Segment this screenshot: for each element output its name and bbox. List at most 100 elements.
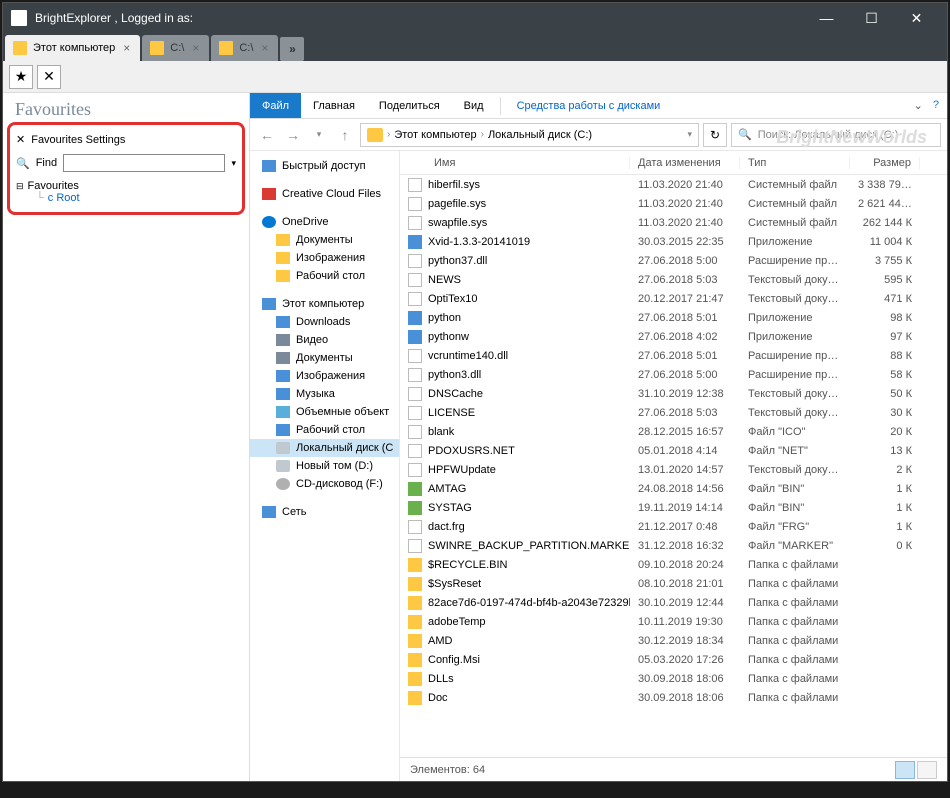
file-row[interactable]: vcruntime140.dll27.06.2018 5:01Расширени…: [400, 346, 947, 365]
ribbon-tools[interactable]: Средства работы с дисками: [505, 93, 673, 118]
column-type[interactable]: Тип: [740, 157, 850, 169]
close-icon[interactable]: ×: [190, 41, 201, 55]
file-row[interactable]: hiberfil.sys11.03.2020 21:40Системный фа…: [400, 175, 947, 194]
nav-volumes[interactable]: Объемные объект: [250, 403, 399, 421]
file-row[interactable]: 82ace7d6-0197-474d-bf4b-a2043e72329b30.1…: [400, 593, 947, 612]
tab-thispc[interactable]: Этот компьютер ×: [5, 35, 140, 61]
ribbon-view[interactable]: Вид: [452, 93, 496, 118]
up-button[interactable]: ↑: [334, 124, 356, 146]
file-row[interactable]: AMTAG24.08.2018 14:56Файл "BIN"1 К: [400, 479, 947, 498]
file-row[interactable]: dact.frg21.12.2017 0:48Файл "FRG"1 К: [400, 517, 947, 536]
nav-documents2[interactable]: Документы: [250, 349, 399, 367]
find-input[interactable]: [63, 154, 225, 172]
file-row[interactable]: $RECYCLE.BIN09.10.2018 20:24Папка с файл…: [400, 555, 947, 574]
file-row[interactable]: NEWS27.06.2018 5:03Текстовый докум...595…: [400, 270, 947, 289]
file-icon: [408, 197, 422, 211]
breadcrumb[interactable]: › Этот компьютер › Локальный диск (C:) ▾: [360, 123, 699, 147]
nav-music[interactable]: Музыка: [250, 385, 399, 403]
view-icons-button[interactable]: [917, 761, 937, 779]
file-row[interactable]: DLLs30.09.2018 18:06Папка с файлами: [400, 669, 947, 688]
column-date[interactable]: Дата изменения: [630, 157, 740, 169]
file-name: OptiTex10: [428, 293, 478, 305]
collapse-icon[interactable]: ⊟: [16, 181, 24, 192]
nav-local-disk[interactable]: Локальный диск (C: [250, 439, 399, 457]
desktop-icon: [276, 424, 290, 436]
column-name[interactable]: Имя: [400, 157, 630, 169]
tab-c2[interactable]: C:\ ×: [211, 35, 278, 61]
file-row[interactable]: Config.Msi05.03.2020 17:26Папка с файлам…: [400, 650, 947, 669]
view-details-button[interactable]: [895, 761, 915, 779]
forward-button[interactable]: →: [282, 124, 304, 146]
file-row[interactable]: Doc30.09.2018 18:06Папка с файлами: [400, 688, 947, 707]
column-size[interactable]: Размер: [850, 157, 920, 169]
file-row[interactable]: AMD30.12.2019 18:34Папка с файлами: [400, 631, 947, 650]
file-row[interactable]: $SysReset08.10.2018 21:01Папка с файлами: [400, 574, 947, 593]
file-row[interactable]: DNSCache31.10.2019 12:38Текстовый докум.…: [400, 384, 947, 403]
file-list: Имя Дата изменения Тип Размер hiberfil.s…: [400, 151, 947, 781]
back-button[interactable]: ←: [256, 124, 278, 146]
close-button[interactable]: ✕: [894, 3, 939, 33]
file-row[interactable]: python37.dll27.06.2018 5:00Расширение пр…: [400, 251, 947, 270]
file-row[interactable]: OptiTex1020.12.2017 21:47Текстовый докум…: [400, 289, 947, 308]
nav-quick-access[interactable]: Быстрый доступ: [250, 157, 399, 175]
nav-desktop2[interactable]: Рабочий стол: [250, 421, 399, 439]
nav-cd-drive[interactable]: CD-дисковод (F:): [250, 475, 399, 493]
nav-images[interactable]: Изображения: [250, 249, 399, 267]
tab-c1[interactable]: C:\ ×: [142, 35, 209, 61]
folder-icon: [13, 41, 27, 55]
ribbon-file[interactable]: Файл: [250, 93, 301, 118]
breadcrumb-localdisk[interactable]: Локальный диск (C:): [488, 129, 592, 141]
tab-overflow-button[interactable]: »: [280, 37, 304, 61]
nav-creative-cloud[interactable]: Creative Cloud Files: [250, 185, 399, 203]
file-row[interactable]: python3.dll27.06.2018 5:00Расширение при…: [400, 365, 947, 384]
settings-button[interactable]: ✕: [37, 65, 61, 89]
chevron-down-icon[interactable]: ▾: [231, 158, 236, 169]
nav-thispc[interactable]: Этот компьютер: [250, 295, 399, 313]
file-row[interactable]: Xvid-1.3.3-2014101930.03.2015 22:35Прило…: [400, 232, 947, 251]
close-icon[interactable]: ×: [121, 41, 132, 55]
chevron-down-icon[interactable]: ▾: [687, 129, 692, 140]
minimize-button[interactable]: —: [804, 3, 849, 33]
nav-desktop[interactable]: Рабочий стол: [250, 267, 399, 285]
ribbon-home[interactable]: Главная: [301, 93, 367, 118]
favourites-pane: Favourites ✕ Favourites Settings 🔍 Find …: [3, 93, 250, 781]
file-row[interactable]: SWINRE_BACKUP_PARTITION.MARKER31.12.2018…: [400, 536, 947, 555]
file-type: Файл "MARKER": [740, 540, 850, 552]
nav-video[interactable]: Видео: [250, 331, 399, 349]
nav-network[interactable]: Сеть: [250, 503, 399, 521]
refresh-button[interactable]: ↻: [703, 123, 727, 147]
file-row[interactable]: pagefile.sys11.03.2020 21:40Системный фа…: [400, 194, 947, 213]
tree-root[interactable]: ⊟ Favourites: [16, 180, 236, 192]
chevron-right-icon[interactable]: ›: [481, 129, 484, 140]
file-row[interactable]: LICENSE27.06.2018 5:03Текстовый докум...…: [400, 403, 947, 422]
file-row[interactable]: swapfile.sys11.03.2020 21:40Системный фа…: [400, 213, 947, 232]
nav-downloads[interactable]: Downloads: [250, 313, 399, 331]
nav-documents[interactable]: Документы: [250, 231, 399, 249]
favourite-star-button[interactable]: ★: [9, 65, 33, 89]
favourites-settings-button[interactable]: ✕ Favourites Settings: [14, 129, 238, 150]
file-row[interactable]: blank28.12.2015 16:57Файл "ICO"20 К: [400, 422, 947, 441]
file-row[interactable]: python27.06.2018 5:01Приложение98 К: [400, 308, 947, 327]
file-row[interactable]: SYSTAG19.11.2019 14:14Файл "BIN"1 К: [400, 498, 947, 517]
file-row[interactable]: pythonw27.06.2018 4:02Приложение97 К: [400, 327, 947, 346]
file-row[interactable]: adobeTemp10.11.2019 19:30Папка с файлами: [400, 612, 947, 631]
recent-dropdown[interactable]: ▾: [308, 124, 330, 146]
file-row[interactable]: PDOXUSRS.NET05.01.2018 4:14Файл "NET"13 …: [400, 441, 947, 460]
file-row[interactable]: HPFWUpdate13.01.2020 14:57Текстовый доку…: [400, 460, 947, 479]
nav-new-volume[interactable]: Новый том (D:): [250, 457, 399, 475]
nav-onedrive[interactable]: OneDrive: [250, 213, 399, 231]
close-icon[interactable]: ×: [259, 41, 270, 55]
help-icon[interactable]: ?: [933, 99, 939, 112]
ribbon-share[interactable]: Поделиться: [367, 93, 452, 118]
file-type: Текстовый докум...: [740, 274, 850, 286]
tab-label: C:\: [239, 42, 253, 54]
chevron-down-icon[interactable]: ⌄: [914, 99, 923, 112]
file-size: 2 К: [850, 464, 920, 476]
maximize-button[interactable]: ☐: [849, 3, 894, 33]
nav-images2[interactable]: Изображения: [250, 367, 399, 385]
tree-child[interactable]: └ c Root: [16, 192, 236, 204]
file-date: 27.06.2018 5:03: [630, 274, 740, 286]
chevron-right-icon[interactable]: ›: [387, 129, 390, 140]
breadcrumb-thispc[interactable]: Этот компьютер: [394, 129, 476, 141]
file-type: Папка с файлами: [740, 654, 850, 666]
